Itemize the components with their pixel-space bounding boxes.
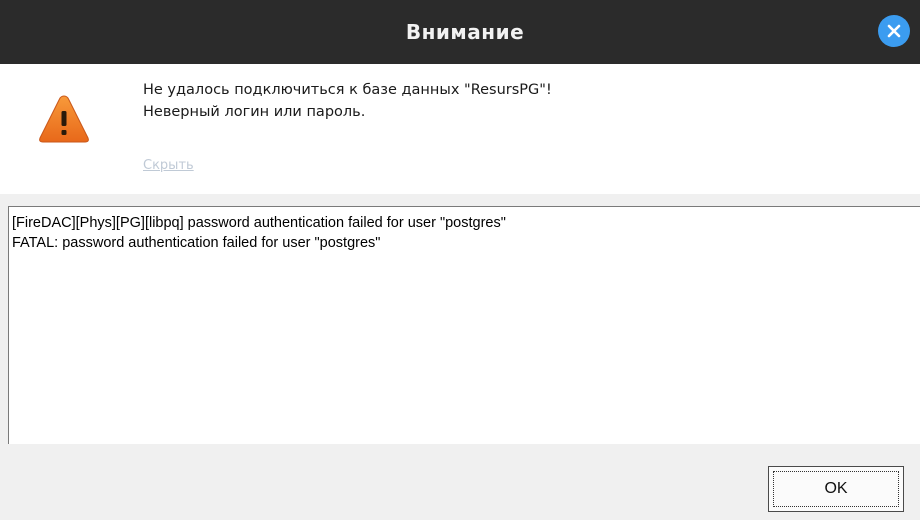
warning-icon [39,95,89,143]
button-bar: OK [0,444,920,520]
ok-button[interactable]: OK [768,466,904,512]
separator [0,194,920,206]
details-line: [FireDAC][Phys][PG][libpq] password auth… [12,215,506,231]
hide-details-link[interactable]: Скрыть [143,158,194,173]
close-button[interactable] [878,15,910,47]
details-textbox[interactable]: [FireDAC][Phys][PG][libpq] password auth… [8,206,920,444]
details-line: FATAL: password authentication failed fo… [12,235,381,251]
ok-button-label: OK [824,480,848,497]
error-dialog: Внимание Не удалось подключиться к базе … [0,0,920,520]
title-bar[interactable]: Внимание [0,0,920,64]
dialog-title: Внимание [405,20,525,44]
error-reason: Неверный логин или пароль. [143,104,366,120]
error-message: Не удалось подключиться к базе данных "R… [143,82,552,98]
message-area: Не удалось подключиться к базе данных "R… [0,64,920,194]
close-icon [887,24,901,38]
